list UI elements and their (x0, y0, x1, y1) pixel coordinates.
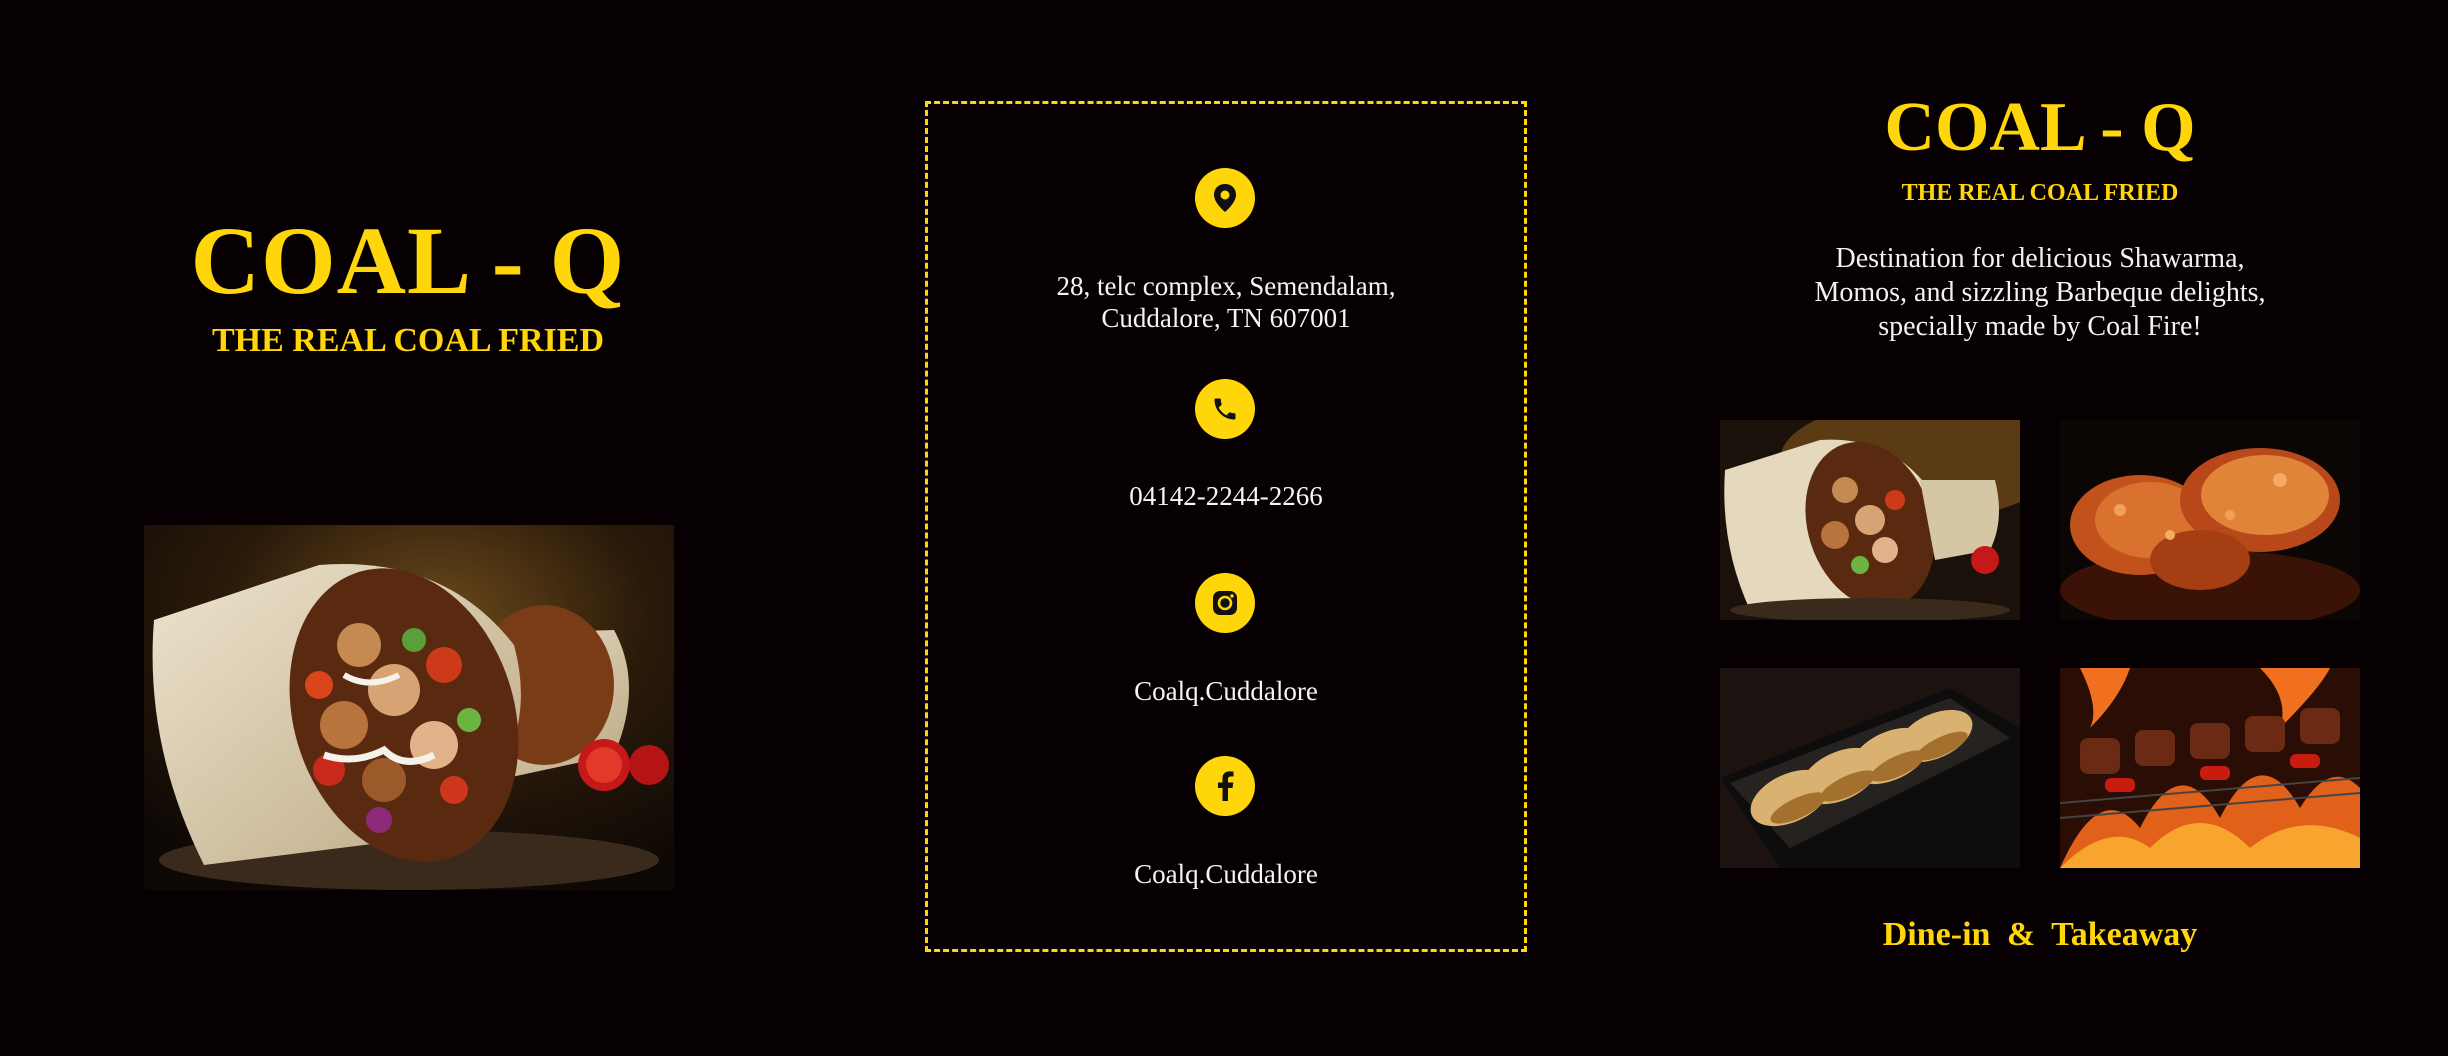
brand-title-right: COAL - Q (1884, 89, 2196, 166)
instagram-handle[interactable]: Coalq.Cuddalore (925, 675, 1527, 707)
description-line-3: specially made by Coal Fire! (1878, 311, 2202, 342)
address-line-1: 28, telc complex, Semendalam, (1056, 271, 1396, 301)
instagram-icon[interactable] (1195, 573, 1255, 633)
brand-title: COAL - Q (190, 207, 626, 314)
brand-tagline-right: THE REAL COAL FRIED (1901, 180, 2179, 206)
phone-number[interactable]: 04142-2244-2266 (925, 480, 1527, 512)
brand-tagline: THE REAL COAL FRIED (211, 322, 605, 359)
momos-thumbnail (1720, 668, 2020, 868)
fried-chicken-thumbnail (2060, 420, 2360, 620)
contact-card (925, 101, 1527, 952)
brand-description: Destination for delicious Shawarma, Momo… (1780, 242, 2300, 344)
facebook-handle[interactable]: Coalq.Cuddalore (925, 858, 1527, 890)
service-options: Dine-in & Takeaway (1882, 916, 2198, 953)
facebook-icon[interactable] (1195, 756, 1255, 816)
address-line-2: Cuddalore, TN 607001 (1101, 303, 1351, 333)
description-line-2: Momos, and sizzling Barbeque delights, (1814, 277, 2266, 308)
description-line-1: Destination for delicious Shawarma, (1835, 243, 2245, 274)
phone-icon (1195, 379, 1255, 439)
shawarma-hero-image (144, 525, 674, 890)
shawarma-thumbnail (1720, 420, 2020, 620)
location-pin-icon (1195, 168, 1255, 228)
barbeque-thumbnail (2060, 668, 2360, 868)
